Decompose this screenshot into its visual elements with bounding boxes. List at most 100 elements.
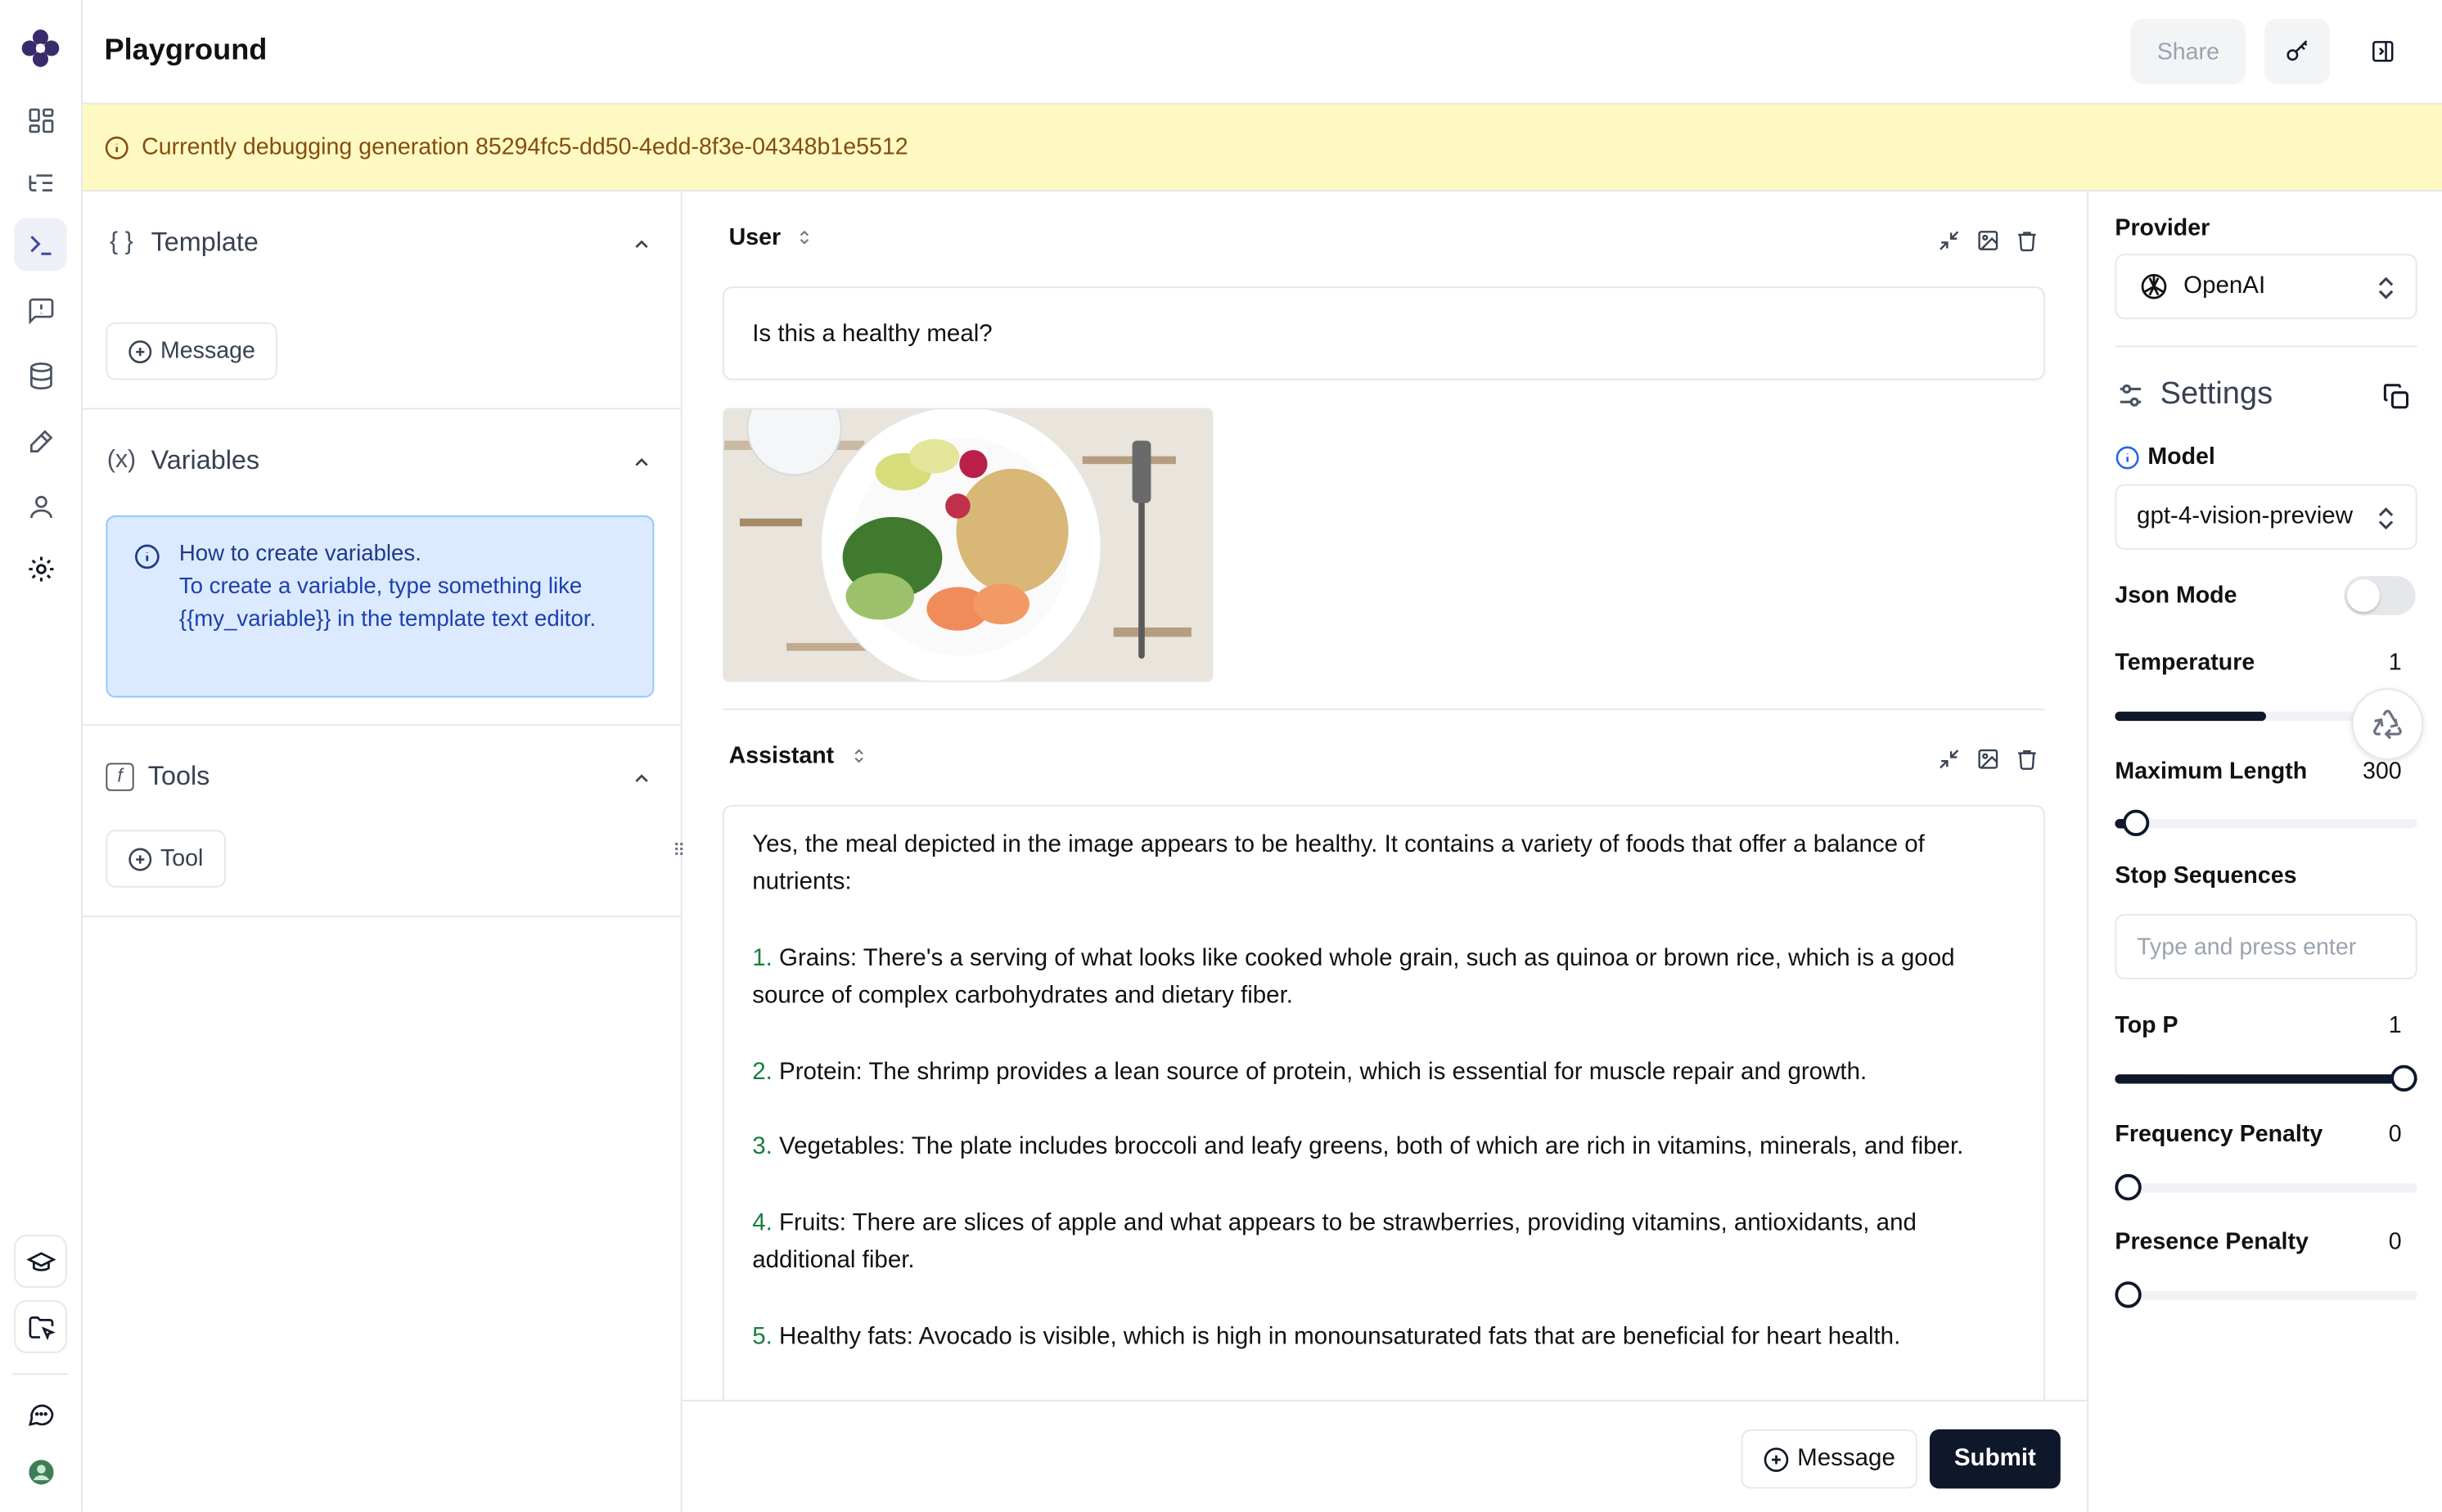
presence-penalty-slider[interactable] <box>2115 1281 2417 1308</box>
traces-nav-button[interactable] <box>14 155 67 209</box>
tools-section-header[interactable]: f Tools <box>106 762 210 793</box>
submit-button[interactable]: Submit <box>1929 1429 2061 1489</box>
trash-icon[interactable] <box>2016 747 2039 771</box>
top-p-slider-thumb[interactable] <box>2390 1064 2417 1092</box>
info-icon[interactable] <box>2115 445 2139 470</box>
list-item: 1. Grains: There's a serving of what loo… <box>752 940 2015 1015</box>
gear-icon <box>28 556 53 581</box>
template-section-title: Template <box>151 227 259 258</box>
model-select[interactable]: gpt-4-vision-preview <box>2115 484 2417 550</box>
user-role-selector[interactable]: User <box>729 224 813 250</box>
dashboard-icon <box>28 107 53 133</box>
json-mode-toggle[interactable] <box>2344 576 2416 615</box>
list-item: 5. Healthy fats: Avocado is visible, whi… <box>752 1319 2015 1357</box>
add-tool-label: Tool <box>160 845 204 872</box>
support-chat-button[interactable] <box>14 1388 67 1441</box>
chevron-up-icon[interactable] <box>631 452 653 474</box>
top-p-label: Top P <box>2115 1012 2178 1039</box>
toggle-panel-button[interactable] <box>2350 19 2416 84</box>
temperature-slider-fill <box>2115 711 2267 722</box>
assistant-role-label: Assistant <box>728 742 835 770</box>
assistant-role-selector[interactable]: Assistant <box>729 743 867 769</box>
template-section: { } Template Message <box>82 191 681 410</box>
docs-nav-button[interactable] <box>14 1235 67 1288</box>
max-length-slider-thumb[interactable] <box>2123 809 2150 836</box>
variables-section-header[interactable]: (x) Variables <box>106 445 259 476</box>
frequency-penalty-slider-thumb[interactable] <box>2115 1173 2142 1201</box>
plus-circle-icon <box>1764 1447 1789 1472</box>
variables-section: (x) Variables How to create variables. T… <box>82 410 681 726</box>
temperature-value: 1 <box>2388 649 2402 676</box>
image-icon[interactable] <box>1976 747 2000 771</box>
stop-sequences-label: Stop Sequences <box>2115 862 2297 889</box>
trash-icon[interactable] <box>2016 229 2039 253</box>
meal-image[interactable] <box>723 407 1214 682</box>
database-icon <box>29 362 52 389</box>
max-length-slider[interactable] <box>2115 809 2417 836</box>
user-role-label: User <box>728 224 782 251</box>
chevron-up-icon[interactable] <box>631 767 653 790</box>
nav-rail <box>0 0 83 1512</box>
presence-penalty-value: 0 <box>2388 1228 2402 1255</box>
folder-cursor-icon <box>28 1316 55 1340</box>
sliders-icon <box>2120 384 2142 407</box>
list-number: 5. <box>752 1323 773 1350</box>
message-alert-icon <box>28 297 53 324</box>
template-panel: { } Template Message (x) Variables How t… <box>82 191 683 1512</box>
avatar <box>28 1459 53 1484</box>
add-tool-button[interactable]: Tool <box>106 830 226 888</box>
list-text: Fruits: There are slices of apple and wh… <box>752 1209 1917 1275</box>
feedback-nav-button[interactable] <box>14 283 67 336</box>
variables-info-title: How to create variables. <box>178 542 421 567</box>
user-message-box[interactable]: Is this a healthy meal? <box>723 286 2045 380</box>
max-length-value: 300 <box>2362 758 2402 785</box>
settings-nav-button[interactable] <box>14 542 67 595</box>
projects-nav-button[interactable] <box>14 1300 67 1353</box>
top-header: Playground Share <box>82 0 2442 105</box>
rail-divider <box>12 1373 69 1375</box>
evaluations-nav-button[interactable] <box>14 414 67 467</box>
share-button[interactable]: Share <box>2130 18 2246 84</box>
assistant-intro: Yes, the meal depicted in the image appe… <box>752 831 1925 896</box>
list-text: Grains: There's a serving of what looks … <box>752 944 1955 1010</box>
top-p-value: 1 <box>2388 1012 2402 1039</box>
graduation-cap-icon <box>25 1251 56 1271</box>
provider-select[interactable]: OpenAI <box>2115 254 2417 320</box>
braces-icon: { } <box>110 228 133 256</box>
playground-nav-button[interactable] <box>14 218 67 272</box>
pencil-ruler-icon <box>29 429 52 452</box>
minimize-icon[interactable] <box>1937 747 1961 771</box>
minimize-icon[interactable] <box>1937 229 1961 253</box>
floating-action-button[interactable] <box>2351 688 2424 760</box>
dashboard-nav-button[interactable] <box>14 93 67 146</box>
tools-section-title: Tools <box>147 761 210 791</box>
api-keys-button[interactable] <box>2264 18 2331 84</box>
copy-icon[interactable] <box>2381 381 2411 411</box>
chevrons-up-down-icon <box>854 749 863 763</box>
add-message-button[interactable]: Message <box>106 322 277 380</box>
add-chat-message-button[interactable]: Message <box>1741 1429 1917 1489</box>
template-section-header[interactable]: { } Template <box>106 227 259 259</box>
top-p-slider[interactable] <box>2115 1064 2417 1092</box>
page-title: Playground <box>104 34 268 67</box>
top-p-slider-fill <box>2115 1074 2417 1084</box>
presence-penalty-slider-thumb[interactable] <box>2115 1281 2142 1308</box>
list-item: 3. Vegetables: The plate includes brocco… <box>752 1129 2015 1167</box>
tools-section: f Tools Tool <box>82 726 681 917</box>
add-message-label: Message <box>160 337 255 365</box>
account-avatar-button[interactable] <box>14 1445 67 1498</box>
frequency-penalty-value: 0 <box>2388 1121 2402 1148</box>
user-icon <box>29 495 52 518</box>
datasets-nav-button[interactable] <box>14 349 67 402</box>
variables-section-title: Variables <box>151 445 260 475</box>
presence-penalty-label: Presence Penalty <box>2115 1228 2309 1255</box>
users-nav-button[interactable] <box>14 479 67 533</box>
frequency-penalty-slider[interactable] <box>2115 1173 2417 1201</box>
stop-sequences-input[interactable] <box>2115 914 2417 980</box>
provider-label: Provider <box>2115 214 2210 241</box>
app-logo[interactable] <box>17 25 64 71</box>
image-icon[interactable] <box>1976 229 2000 253</box>
chevron-up-icon[interactable] <box>631 233 653 255</box>
debug-banner-text: Currently debugging generation 85294fc5-… <box>142 133 908 161</box>
list-number: 1. <box>752 944 773 972</box>
